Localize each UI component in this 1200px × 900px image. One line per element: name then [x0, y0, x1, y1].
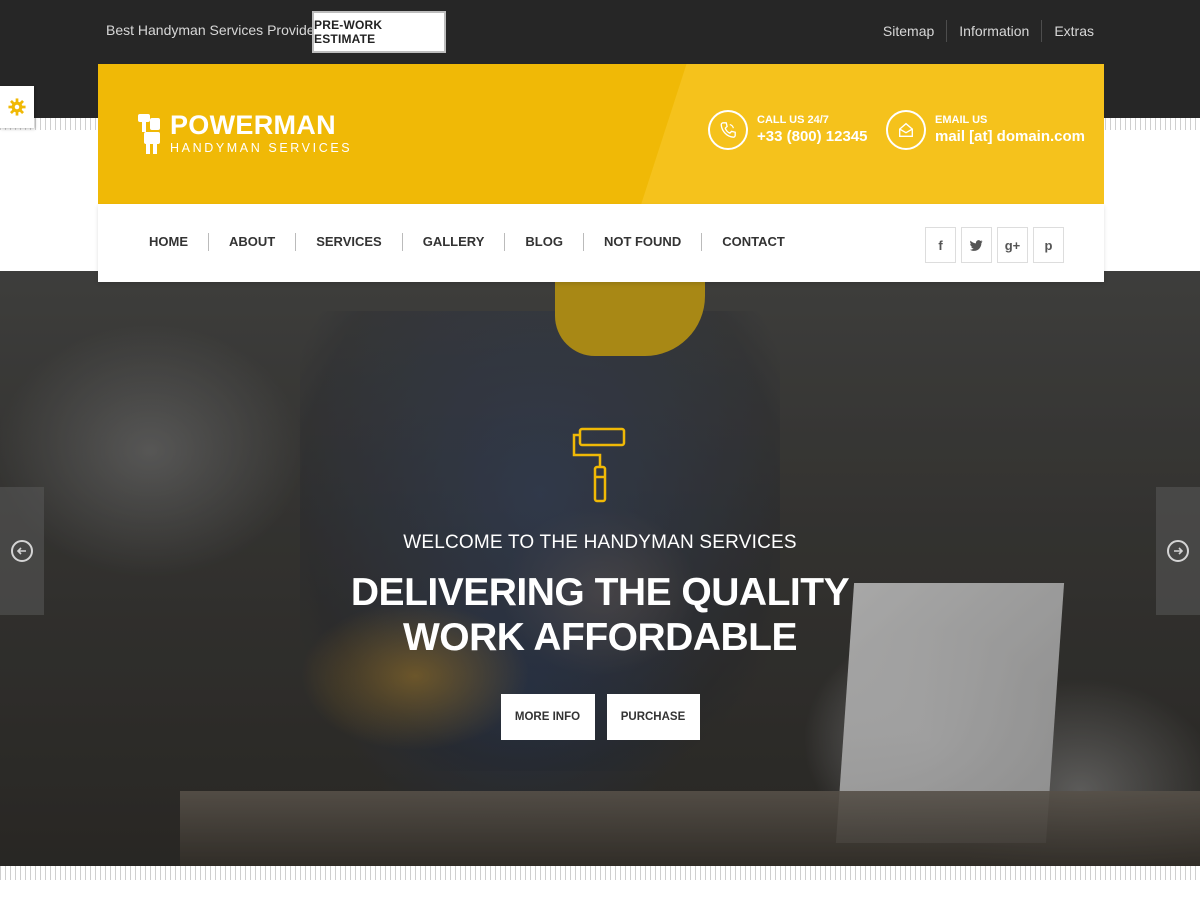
nav-item-services[interactable]: SERVICES — [295, 233, 402, 251]
phone-label: CALL US 24/7 — [757, 113, 829, 126]
nav-item-gallery[interactable]: GALLERY — [401, 233, 505, 251]
slider-next-button[interactable] — [1156, 487, 1200, 615]
phone-icon — [708, 110, 748, 150]
settings-toggle[interactable] — [0, 86, 34, 128]
phone-value[interactable]: +33 (800) 12345 — [757, 127, 868, 147]
hero-content: WELCOME TO THE HANDYMAN SERVICES DELIVER… — [0, 427, 1200, 740]
ruler-strip-bottom — [0, 866, 1200, 880]
logo-text: POWERMAN HANDYMAN SERVICES — [170, 111, 352, 155]
arrow-right-icon — [1167, 540, 1189, 562]
tagline: Best Handyman Services Provider ! — [106, 22, 327, 38]
nav-item-about[interactable]: ABOUT — [208, 233, 295, 251]
nav-item-blog[interactable]: BLOG — [504, 233, 583, 251]
information-link[interactable]: Information — [946, 20, 1041, 42]
contact-email: EMAIL US mail [at] domain.com — [886, 110, 1085, 150]
social-links: f g+ p — [920, 227, 1064, 263]
hero-slider: WELCOME TO THE HANDYMAN SERVICES DELIVER… — [0, 271, 1200, 866]
google-plus-icon[interactable]: g+ — [997, 227, 1028, 263]
email-label: EMAIL US — [935, 113, 988, 126]
top-links: Sitemap Information Extras — [883, 20, 1094, 42]
gear-icon — [8, 98, 26, 116]
top-bar: Best Handyman Services Provider ! PRE-WO… — [0, 0, 1200, 64]
paint-roller-icon — [572, 427, 626, 503]
hero-buttons: MORE INFO PURCHASE — [0, 694, 1200, 740]
nav-item-contact[interactable]: CONTACT — [701, 233, 805, 251]
pre-work-estimate-button[interactable]: PRE-WORK ESTIMATE — [312, 11, 446, 53]
email-value[interactable]: mail [at] domain.com — [935, 127, 1085, 147]
email-icon — [886, 110, 926, 150]
nav-item-home[interactable]: HOME — [129, 233, 208, 251]
extras-link[interactable]: Extras — [1041, 20, 1094, 42]
hero-title-line-1: DELIVERING THE QUALITY — [350, 571, 850, 614]
sitemap-link[interactable]: Sitemap — [883, 20, 946, 42]
logo-subtitle: HANDYMAN SERVICES — [170, 141, 353, 155]
nav-item-not-found[interactable]: NOT FOUND — [582, 233, 701, 251]
more-info-button[interactable]: MORE INFO — [500, 694, 595, 740]
facebook-icon[interactable]: f — [925, 227, 956, 263]
arrow-left-icon — [11, 540, 33, 562]
hero-title-line-2: WORK AFFORDABLE — [402, 616, 798, 659]
hero-subtitle: WELCOME TO THE HANDYMAN SERVICES — [403, 532, 797, 553]
purchase-button[interactable]: PURCHASE — [606, 694, 700, 740]
logo-title: POWERMAN — [170, 110, 336, 140]
twitter-icon[interactable] — [961, 227, 992, 263]
site-header: POWERMAN HANDYMAN SERVICES CALL US 24/7 … — [98, 64, 1104, 204]
hero-title: DELIVERING THE QUALITY WORK AFFORDABLE — [0, 570, 1200, 660]
contact-phone: CALL US 24/7 +33 (800) 12345 — [708, 110, 868, 150]
pinterest-icon[interactable]: p — [1033, 227, 1064, 263]
main-nav: HOME ABOUT SERVICES GALLERY BLOG NOT FOU… — [98, 204, 1104, 282]
logo[interactable]: POWERMAN HANDYMAN SERVICES — [136, 110, 352, 156]
slider-prev-button[interactable] — [0, 487, 44, 615]
worker-logo-icon — [138, 114, 160, 154]
nav-menu: HOME ABOUT SERVICES GALLERY BLOG NOT FOU… — [129, 233, 805, 251]
